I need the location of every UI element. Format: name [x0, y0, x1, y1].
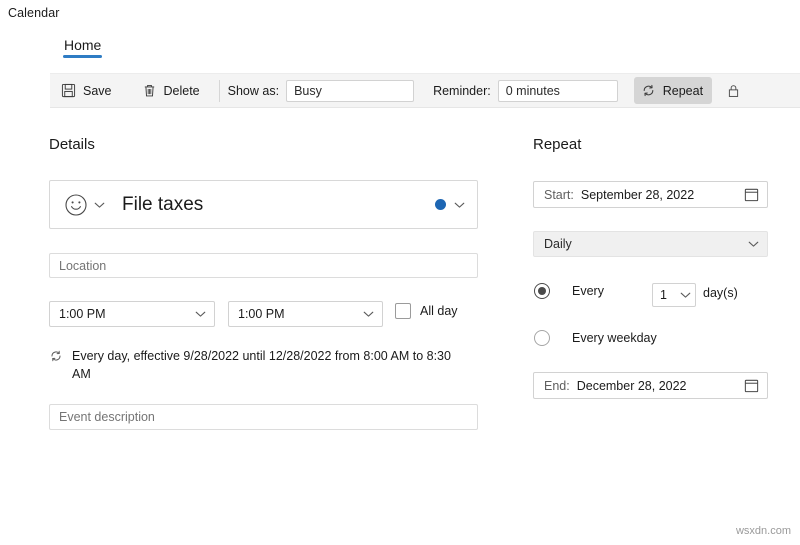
- watermark: wsxdn.com: [735, 525, 791, 537]
- chevron-down-icon: [195, 310, 206, 318]
- repeat-frequency-value: Daily: [544, 237, 572, 251]
- end-time-select[interactable]: 1:00 PM: [228, 301, 383, 327]
- show-as-label: Show as:: [227, 83, 280, 98]
- repeat-every-label: Every: [572, 284, 604, 298]
- repeat-interval-select[interactable]: 1: [652, 283, 696, 307]
- ribbon-tabstrip: Home: [0, 36, 800, 66]
- repeat-every-radio-row[interactable]: Every: [534, 283, 604, 299]
- all-day-checkbox[interactable]: [395, 303, 411, 319]
- repeat-every-radio[interactable]: [534, 283, 550, 299]
- save-floppy-icon: [61, 83, 76, 98]
- private-button[interactable]: [718, 77, 748, 104]
- smiley-face-icon: [63, 192, 89, 218]
- repeat-weekday-label: Every weekday: [572, 331, 657, 345]
- recurrence-summary-text: Every day, effective 9/28/2022 until 12/…: [72, 349, 451, 381]
- toolbar-divider-1: [218, 79, 220, 102]
- chevron-down-icon: [94, 201, 105, 209]
- reminder-field[interactable]: 0 minutes: [497, 79, 618, 102]
- chevron-down-icon: [454, 201, 465, 209]
- recurrence-summary: Every day, effective 9/28/2022 until 12/…: [49, 347, 469, 383]
- start-time-select[interactable]: 1:00 PM: [49, 301, 215, 327]
- repeat-icon: [49, 349, 63, 363]
- subject-value: File taxes: [122, 193, 204, 215]
- save-button[interactable]: Save: [54, 77, 121, 104]
- repeat-weekday-radio-row[interactable]: Every weekday: [534, 330, 657, 346]
- repeat-start-value: September 28, 2022: [580, 187, 695, 202]
- chevron-down-icon: [680, 291, 691, 299]
- repeat-end-date-field[interactable]: End: December 28, 2022: [533, 372, 768, 399]
- command-bar: Save Delete Show as: Busy Reminder: 0 mi…: [50, 73, 800, 108]
- save-button-label: Save: [83, 83, 112, 98]
- tab-home-label: Home: [64, 37, 102, 53]
- location-input[interactable]: Location: [49, 253, 478, 278]
- repeat-button[interactable]: Repeat: [633, 77, 713, 104]
- repeat-interval-value: 1: [660, 288, 667, 302]
- tab-home-selected-indicator: [63, 55, 103, 58]
- end-time-value: 1:00 PM: [238, 307, 285, 321]
- repeat-interval-unit-label: day(s): [703, 286, 738, 300]
- chevron-down-icon: [748, 240, 759, 248]
- delete-button-label: Delete: [163, 83, 200, 98]
- calendar-color-picker[interactable]: [435, 199, 465, 210]
- calendar-icon[interactable]: [743, 377, 760, 394]
- subject-field[interactable]: File taxes: [49, 180, 478, 229]
- repeat-start-label: Start:: [544, 187, 574, 202]
- window-title: Calendar: [8, 6, 60, 20]
- show-as-field[interactable]: Busy: [286, 79, 415, 102]
- location-placeholder: Location: [59, 258, 107, 273]
- details-heading: Details: [49, 136, 95, 153]
- repeat-end-value: December 28, 2022: [576, 378, 687, 393]
- repeat-weekday-radio[interactable]: [534, 330, 550, 346]
- calendar-color-dot-icon: [435, 199, 446, 210]
- description-input[interactable]: Event description: [49, 404, 478, 430]
- emoji-picker[interactable]: [63, 192, 105, 218]
- repeat-icon: [641, 83, 656, 98]
- chevron-down-icon: [363, 310, 374, 318]
- show-as-value: Busy: [294, 83, 322, 98]
- description-placeholder: Event description: [59, 410, 155, 424]
- repeat-heading: Repeat: [533, 136, 582, 153]
- tab-home[interactable]: Home: [58, 36, 107, 59]
- trash-icon: [142, 83, 157, 98]
- repeat-start-date-field[interactable]: Start: September 28, 2022: [533, 181, 768, 208]
- lock-icon: [726, 83, 741, 99]
- reminder-value: 0 minutes: [505, 83, 560, 98]
- all-day-row[interactable]: All day: [395, 303, 458, 319]
- repeat-frequency-select[interactable]: Daily: [533, 231, 768, 257]
- reminder-label: Reminder:: [433, 83, 491, 98]
- repeat-end-label: End:: [544, 378, 570, 393]
- start-time-value: 1:00 PM: [59, 307, 106, 321]
- calendar-icon[interactable]: [743, 186, 760, 203]
- delete-button[interactable]: Delete: [135, 77, 209, 104]
- repeat-button-label: Repeat: [662, 83, 704, 98]
- all-day-label: All day: [420, 304, 458, 318]
